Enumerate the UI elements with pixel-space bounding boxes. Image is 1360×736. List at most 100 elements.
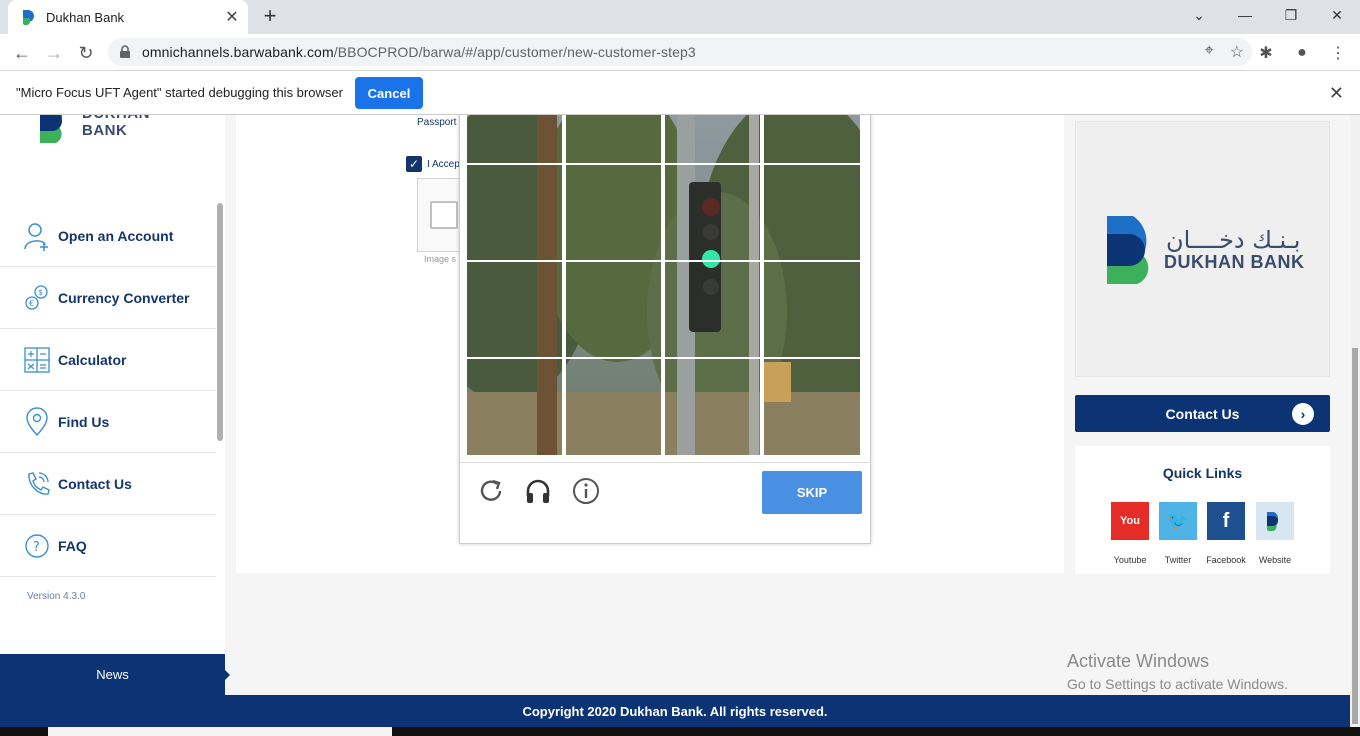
sidebar-item-label: Currency Converter: [58, 289, 190, 306]
captcha-tile[interactable]: [764, 115, 859, 163]
logo-text: DUKHAN BANK: [82, 115, 150, 139]
captcha-tile[interactable]: [665, 165, 760, 260]
currency-exchange-icon: $€: [25, 284, 48, 310]
cancel-debugging-button[interactable]: Cancel: [355, 77, 423, 109]
skip-button[interactable]: SKIP: [762, 471, 862, 514]
svg-text:€: €: [29, 299, 34, 308]
captcha-tile[interactable]: [566, 262, 661, 357]
activate-title: Activate Windows: [1067, 651, 1210, 671]
captcha-tile[interactable]: [764, 262, 859, 357]
quick-link-facebook[interactable]: f Facebook: [1206, 502, 1246, 565]
captcha-tile[interactable]: [566, 165, 661, 260]
back-icon[interactable]: ←: [8, 39, 36, 67]
quick-link-label: Facebook: [1206, 555, 1246, 565]
info-icon[interactable]: [571, 476, 601, 506]
window-controls: ⌄ — ❐ ✕: [1176, 0, 1360, 30]
browser-tab[interactable]: Dukhan Bank ✕: [8, 0, 248, 34]
restore-icon[interactable]: ❐: [1268, 0, 1314, 30]
website-icon: [1256, 502, 1294, 540]
tab-close-icon[interactable]: ✕: [220, 5, 244, 29]
dukhan-logo-icon: [40, 115, 62, 143]
quick-links-title: Quick Links: [1162, 465, 1243, 481]
sidebar-item-open-account[interactable]: Open an Account: [0, 205, 216, 267]
captcha-tile[interactable]: [665, 115, 760, 163]
calculator-icon: [24, 346, 50, 373]
contact-us-button[interactable]: Contact Us ›: [1075, 395, 1330, 432]
sidebar-item-faq[interactable]: ? FAQ: [0, 515, 216, 577]
bookmark-star-icon[interactable]: ☆: [1230, 42, 1244, 62]
svg-text:?: ?: [33, 540, 40, 555]
brand-logo-card: بـنـك دخــــان DUKHAN BANK: [1075, 121, 1330, 377]
lock-icon: [120, 45, 130, 58]
captcha-tile[interactable]: [665, 359, 760, 454]
sidebar-item-label: Open an Account: [58, 227, 174, 244]
captcha-tile[interactable]: [467, 359, 562, 454]
extensions-icon[interactable]: ✱: [1252, 39, 1280, 67]
app-version: Version 4.3.0: [27, 591, 86, 602]
forward-icon[interactable]: →: [40, 39, 68, 67]
menu-icon[interactable]: ⋮: [1324, 39, 1352, 67]
chevron-right-icon: ›: [1292, 403, 1314, 425]
captcha-tile[interactable]: [467, 262, 562, 357]
captcha-tile[interactable]: [566, 115, 661, 163]
captcha-tile[interactable]: [467, 165, 562, 260]
accept-terms[interactable]: ✓ I Accep: [406, 156, 460, 172]
copyright-text: Copyright 2020 Dukhan Bank. All rights r…: [522, 703, 828, 719]
accept-checkbox[interactable]: ✓: [406, 156, 422, 172]
infobar-close-icon[interactable]: ✕: [1329, 83, 1344, 104]
taskbar-search-box[interactable]: [48, 727, 392, 736]
recaptcha-checkbox[interactable]: [430, 201, 458, 229]
sidebar-item-contact-us[interactable]: Contact Us: [0, 453, 216, 515]
sidebar-item-label: Find Us: [58, 413, 110, 430]
news-pointer: [224, 669, 230, 681]
profile-icon[interactable]: ●: [1288, 39, 1316, 67]
captcha-tile[interactable]: [665, 262, 760, 357]
sidebar-menu: Open an Account $ € Currency Converter Ca…: [0, 205, 216, 577]
sidebar-scrollbar[interactable]: [217, 203, 223, 441]
sidebar-item-find-us[interactable]: Find Us: [0, 391, 216, 453]
svg-text:$: $: [38, 288, 43, 297]
audio-icon[interactable]: [523, 476, 553, 506]
twitter-icon: 🐦: [1159, 502, 1197, 540]
captcha-tile[interactable]: [764, 165, 859, 260]
dukhan-logo-icon: [1107, 216, 1149, 284]
page-scrollbar-thumb[interactable]: [1352, 348, 1358, 724]
minimize-icon[interactable]: —: [1222, 0, 1268, 30]
image-source-caption: Image s: [424, 254, 457, 264]
passport-label: Passport: [417, 117, 457, 128]
page-footer: Copyright 2020 Dukhan Bank. All rights r…: [0, 695, 1350, 727]
toolbar-actions: ✱ ● ⋮: [1252, 39, 1352, 67]
captcha-tile[interactable]: [467, 115, 562, 163]
quick-link-twitter[interactable]: 🐦 Twitter: [1158, 502, 1198, 565]
address-bar[interactable]: omnichannels.barwabank.com/BBOCPROD/barw…: [108, 38, 1252, 66]
captcha-footer-divider: [460, 462, 870, 463]
tab-title: Dukhan Bank: [46, 9, 125, 25]
sidebar-item-currency-converter[interactable]: $ € Currency Converter: [0, 267, 216, 329]
page-scrollbar[interactable]: [1350, 115, 1360, 727]
sidebar-item-calculator[interactable]: Calculator: [0, 329, 216, 391]
quick-link-website[interactable]: Website: [1255, 502, 1295, 565]
captcha-tile[interactable]: [764, 359, 859, 454]
news-button[interactable]: News: [0, 654, 225, 695]
quick-link-youtube[interactable]: You Youtube: [1110, 502, 1150, 565]
windows-activation-watermark: Activate Windows Go to Settings to activ…: [1067, 651, 1288, 692]
new-tab-button[interactable]: +: [258, 3, 282, 28]
question-icon: ?: [25, 533, 49, 558]
windows-taskbar: [0, 727, 1360, 736]
reload-icon[interactable]: ↻: [72, 39, 100, 67]
sidebar: DUKHAN BANK Open an Account $€ Currency …: [0, 115, 225, 655]
quick-link-label: Website: [1258, 555, 1292, 565]
sidebar-item-label: FAQ: [58, 537, 87, 554]
browser-tab-strip: Dukhan Bank ✕ + ⌄ — ❐ ✕: [0, 0, 1360, 34]
captcha-image-grid: [467, 115, 860, 455]
dukhan-logo[interactable]: DUKHAN BANK: [38, 115, 198, 145]
tab-search-icon[interactable]: ⌄: [1176, 0, 1222, 30]
location-icon[interactable]: ⌖: [1205, 42, 1214, 62]
captcha-challenge: SKIP: [459, 115, 871, 544]
facebook-icon: f: [1207, 502, 1245, 540]
add-user-icon: [24, 222, 48, 251]
reload-icon[interactable]: [476, 476, 506, 506]
window-close-icon[interactable]: ✕: [1314, 0, 1360, 30]
captcha-tile[interactable]: [566, 359, 661, 454]
activate-subtitle: Go to Settings to activate Windows.: [1067, 676, 1288, 692]
